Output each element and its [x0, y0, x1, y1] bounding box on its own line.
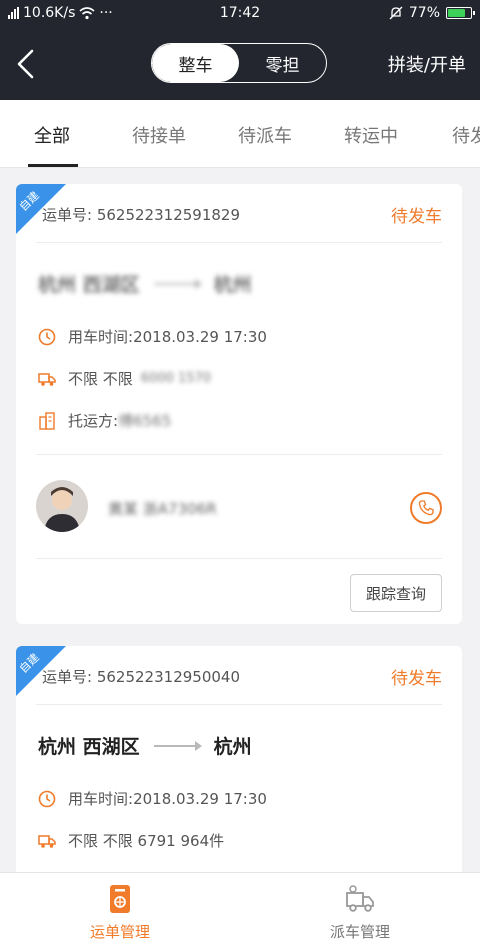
- building-icon: [39, 411, 55, 430]
- tab-pending-accept[interactable]: 待接单: [132, 122, 186, 148]
- driver-photo: [44, 487, 80, 532]
- cargo-row: 不限 不限 6791 964件: [38, 830, 224, 851]
- order-number-row: 运单号: 562522312591829: [42, 204, 240, 225]
- nav-waybill-management[interactable]: 运单管理: [0, 873, 240, 951]
- back-arrow-icon[interactable]: [12, 48, 42, 80]
- route-arrow-icon: [153, 740, 202, 751]
- cargo-spec: 不限 不限 6791 964件: [68, 832, 225, 850]
- order-status: 待发车: [391, 669, 442, 689]
- order-card[interactable]: 自建 运单号: 562522312950040 待发车 杭州 西湖区 杭州 用车…: [16, 646, 462, 886]
- route-arrow-icon: [153, 278, 202, 289]
- order-number-label: 运单号:: [42, 668, 93, 686]
- use-time-label: 用车时间:: [68, 790, 134, 808]
- use-time: 2018.03.29 17:30: [133, 789, 267, 808]
- shipper-row: 托运方: 傅6565: [38, 410, 171, 431]
- order-number: 562522312950040: [96, 668, 240, 686]
- battery-percent: 77%: [408, 5, 440, 21]
- driver-avatar: [36, 480, 88, 532]
- nav-waybill-label: 运单管理: [89, 923, 150, 941]
- phone-icon[interactable]: [410, 492, 442, 524]
- use-time: 2018.03.29 17:30: [133, 327, 267, 346]
- route-origin: 杭州 西湖区: [38, 736, 140, 758]
- nav-dispatch-label: 派车管理: [329, 923, 390, 941]
- route: 杭州 西湖区 杭州: [38, 732, 252, 759]
- tab-all[interactable]: 全部: [34, 122, 70, 148]
- order-number-row: 运单号: 562522312950040: [42, 666, 240, 687]
- shipper-name: 傅6565: [118, 412, 172, 430]
- cargo-detail: 6000 1570: [140, 371, 212, 386]
- use-time-row: 用车时间: 2018.03.29 17:30: [38, 326, 267, 347]
- status-bar: 10.6K/s ··· 17:42 77%: [0, 0, 480, 28]
- clock-icon: [38, 790, 56, 807]
- segment-control: 整车 零担: [151, 43, 327, 83]
- cargo-spec: 不限 不限: [68, 370, 133, 388]
- tab-in-transit[interactable]: 转运中: [344, 122, 398, 148]
- use-time-row: 用车时间: 2018.03.29 17:30: [38, 788, 267, 809]
- assemble-order-button[interactable]: 拼装/开单: [388, 51, 466, 77]
- segment-full-truck[interactable]: 整车: [152, 44, 239, 82]
- route-destination: 杭州: [213, 736, 252, 758]
- segment-less-than-truckload[interactable]: 零担: [239, 44, 326, 82]
- shipper-label: 托运方:: [68, 412, 119, 430]
- bottom-nav: 运单管理 派车管理: [0, 872, 480, 951]
- divider: [36, 454, 442, 455]
- track-query-button[interactable]: 跟踪查询: [350, 574, 442, 612]
- nav-dispatch-management[interactable]: 派车管理: [240, 873, 480, 951]
- route: 杭州 西湖区 杭州: [38, 270, 252, 297]
- order-number-label: 运单号:: [42, 206, 93, 224]
- divider: [36, 558, 442, 559]
- use-time-label: 用车时间:: [68, 328, 134, 346]
- order-status: 待发车: [391, 207, 442, 227]
- divider: [36, 704, 442, 705]
- route-origin: 杭州 西湖区: [38, 274, 140, 296]
- active-tab-indicator: [28, 164, 78, 167]
- battery-icon: [446, 7, 475, 19]
- tab-pending-departure[interactable]: 待发: [452, 122, 480, 148]
- truck-icon: [346, 885, 374, 912]
- driver-name-plate: 黄某 浙A7306R: [108, 500, 217, 518]
- mute-bell-icon: [389, 6, 403, 20]
- clock-icon: [38, 328, 56, 345]
- divider: [36, 242, 442, 243]
- waybill-icon: [110, 885, 130, 913]
- cargo-row: 不限 不限 6000 1570: [38, 368, 211, 389]
- status-tabs: 全部 待接单 待派车 转运中 待发: [0, 100, 480, 168]
- order-number: 562522312591829: [96, 206, 240, 224]
- truck-small-icon: [38, 372, 56, 386]
- route-destination: 杭州: [213, 274, 252, 296]
- tab-pending-dispatch[interactable]: 待派车: [238, 122, 292, 148]
- order-card[interactable]: 自建 运单号: 562522312591829 待发车 杭州 西湖区 杭州 用车…: [16, 184, 462, 624]
- truck-small-icon: [38, 834, 56, 848]
- nav-bar: 整车 零担 拼装/开单: [0, 28, 480, 100]
